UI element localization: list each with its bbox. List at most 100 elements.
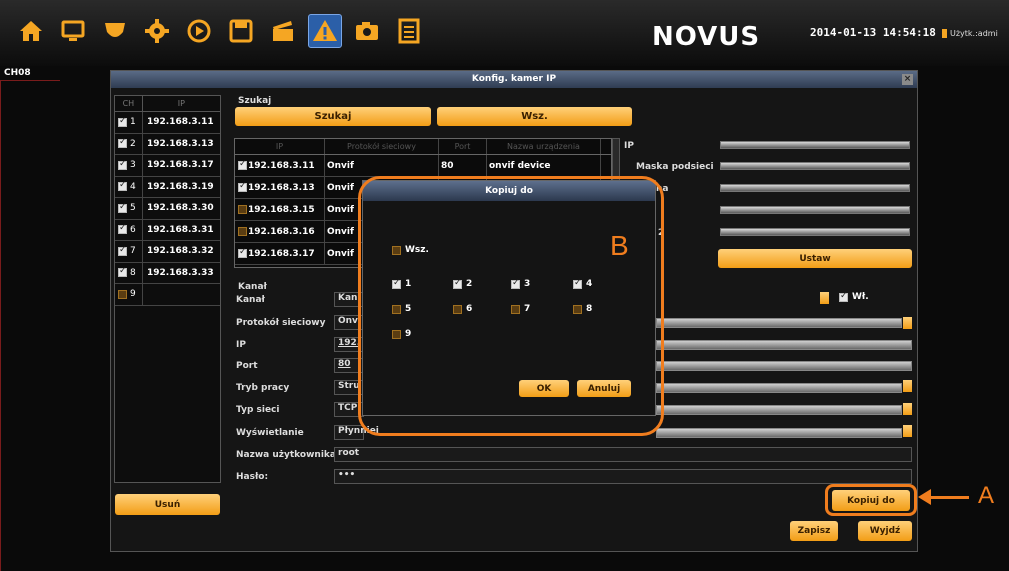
close-icon[interactable]: × [902, 74, 913, 85]
col-port: Port [439, 139, 487, 154]
channel-row[interactable]: 2 192.168.3.13 [115, 133, 220, 155]
gateway-input[interactable] [720, 184, 910, 192]
video-tile-border [0, 80, 60, 571]
user-label: Użytk.:admi [950, 29, 998, 38]
enable-checkbox-box[interactable] [839, 291, 848, 302]
annotation-label-b: B [610, 230, 629, 261]
subnet-mask-label: Maska podsieci [636, 162, 714, 172]
form-field-input[interactable] [656, 405, 902, 415]
monitor-icon[interactable] [56, 14, 90, 48]
enable-label: Wł. [852, 292, 869, 302]
channel-dropdown-arrow[interactable] [820, 292, 829, 304]
form-field-input[interactable] [656, 383, 902, 393]
play-icon[interactable] [182, 14, 216, 48]
channel-label: CH08 [4, 68, 31, 78]
channel-row[interactable]: 8 192.168.3.33 [115, 262, 220, 284]
result-checkbox[interactable] [238, 227, 247, 236]
channel-number: 6 [130, 224, 136, 235]
result-checkbox[interactable] [238, 205, 247, 214]
result-ip: 192.168.3.13 [248, 182, 315, 193]
display-dropdown-arrow[interactable] [903, 425, 912, 437]
channel-checkbox[interactable] [118, 159, 127, 170]
channel-row[interactable]: 9 [115, 284, 220, 306]
channel-row[interactable]: 1 192.168.3.11 [115, 112, 220, 134]
channel-checkbox[interactable] [118, 116, 127, 127]
search-result-row[interactable]: 192.168.3.11 Onvif80onvif device [235, 155, 611, 177]
novus-logo: NOVUS [652, 22, 761, 52]
form-field-value[interactable]: root [334, 447, 912, 462]
channel-row[interactable]: 7 192.168.3.32 [115, 241, 220, 263]
home-icon[interactable] [14, 14, 48, 48]
channel-ip: 192.168.3.17 [147, 160, 214, 171]
result-checkbox[interactable] [238, 247, 247, 258]
channel-row[interactable]: 4 192.168.3.19 [115, 176, 220, 198]
dns2-input[interactable] [720, 228, 910, 236]
result-ip: 192.168.3.16 [248, 226, 315, 237]
channel-table-header: CH IP [115, 96, 220, 112]
enable-checkbox[interactable]: Wł. [839, 291, 869, 302]
channel-number: 3 [130, 160, 136, 171]
form-field-value[interactable]: Płynniej [334, 425, 379, 440]
search-button[interactable]: Szukaj [235, 107, 431, 126]
form-label: Nazwa użytkownika [236, 450, 336, 460]
channel-checkbox[interactable] [118, 180, 127, 192]
mode-dropdown-arrow[interactable] [903, 380, 912, 392]
form-label: Kanał [236, 295, 265, 305]
form-label: Typ sieci [236, 405, 280, 415]
form-label: IP [236, 340, 246, 350]
window-title: Konfig. kamer IP × [111, 71, 917, 88]
channel-number: 7 [130, 246, 136, 257]
dns1-input[interactable] [720, 206, 910, 214]
search-results-header: IP Protokół sieciowy Port Nazwa urządzen… [235, 139, 611, 155]
channel-checkbox[interactable] [118, 289, 127, 299]
protocol-dropdown-arrow[interactable] [903, 317, 912, 329]
col-protocol: Protokół sieciowy [325, 139, 439, 154]
form-label: Wyświetlanie [236, 428, 304, 438]
clapper-icon[interactable] [266, 14, 300, 48]
channel-number: 2 [130, 138, 136, 149]
form-field-input[interactable] [656, 340, 912, 350]
col-device-name: Nazwa urządzenia [487, 139, 601, 154]
result-ip: 192.168.3.15 [248, 204, 315, 215]
channel-ip: 192.168.3.32 [147, 246, 214, 257]
channel-row[interactable]: 3 192.168.3.17 [115, 155, 220, 177]
camera-icon[interactable] [98, 14, 132, 48]
network-type-dropdown-arrow[interactable] [903, 403, 912, 415]
result-checkbox[interactable] [238, 181, 247, 192]
select-all-button[interactable]: Wsz. [437, 107, 632, 126]
gear-icon[interactable] [140, 14, 174, 48]
form-field-input[interactable] [656, 428, 902, 438]
set-button[interactable]: Ustaw [718, 249, 912, 268]
channel-checkbox[interactable] [118, 223, 127, 235]
subnet-mask-input[interactable] [720, 162, 910, 170]
channel-checkbox[interactable] [118, 245, 127, 256]
top-toolbar: NOVUS 2014-01-13 14:54:18 Użytk.:admi [0, 0, 1009, 66]
channel-checkbox[interactable] [118, 266, 127, 278]
exit-button[interactable]: Wyjdź [858, 521, 912, 541]
result-port: 80 [439, 155, 487, 176]
form-field-input[interactable] [656, 318, 902, 328]
channel-row[interactable]: 5 192.168.3.30 [115, 198, 220, 220]
channel-ip: 192.168.3.19 [147, 181, 214, 192]
document-icon[interactable] [392, 14, 426, 48]
result-checkbox[interactable] [238, 159, 247, 170]
alarm-icon[interactable] [308, 14, 342, 48]
result-ip: 192.168.3.17 [248, 248, 315, 259]
photo-camera-icon[interactable] [350, 14, 384, 48]
result-device-name: onvif device [487, 155, 601, 176]
save-icon[interactable] [224, 14, 258, 48]
delete-button[interactable]: Usuń [115, 494, 220, 515]
ip-input[interactable] [720, 141, 910, 149]
channel-number: 9 [130, 289, 136, 300]
annotation-arrow-line [929, 496, 969, 499]
save-button[interactable]: Zapisz [790, 521, 838, 541]
form-field-value[interactable]: ••• [334, 469, 912, 484]
channel-number: 8 [130, 267, 136, 278]
channel-row[interactable]: 6 192.168.3.31 [115, 219, 220, 241]
form-field-input[interactable] [656, 361, 912, 371]
channel-checkbox[interactable] [118, 137, 127, 149]
col-ip: IP [235, 139, 325, 154]
user-icon [942, 29, 947, 38]
channel-ip: 192.168.3.13 [147, 138, 214, 149]
channel-checkbox[interactable] [118, 202, 127, 213]
